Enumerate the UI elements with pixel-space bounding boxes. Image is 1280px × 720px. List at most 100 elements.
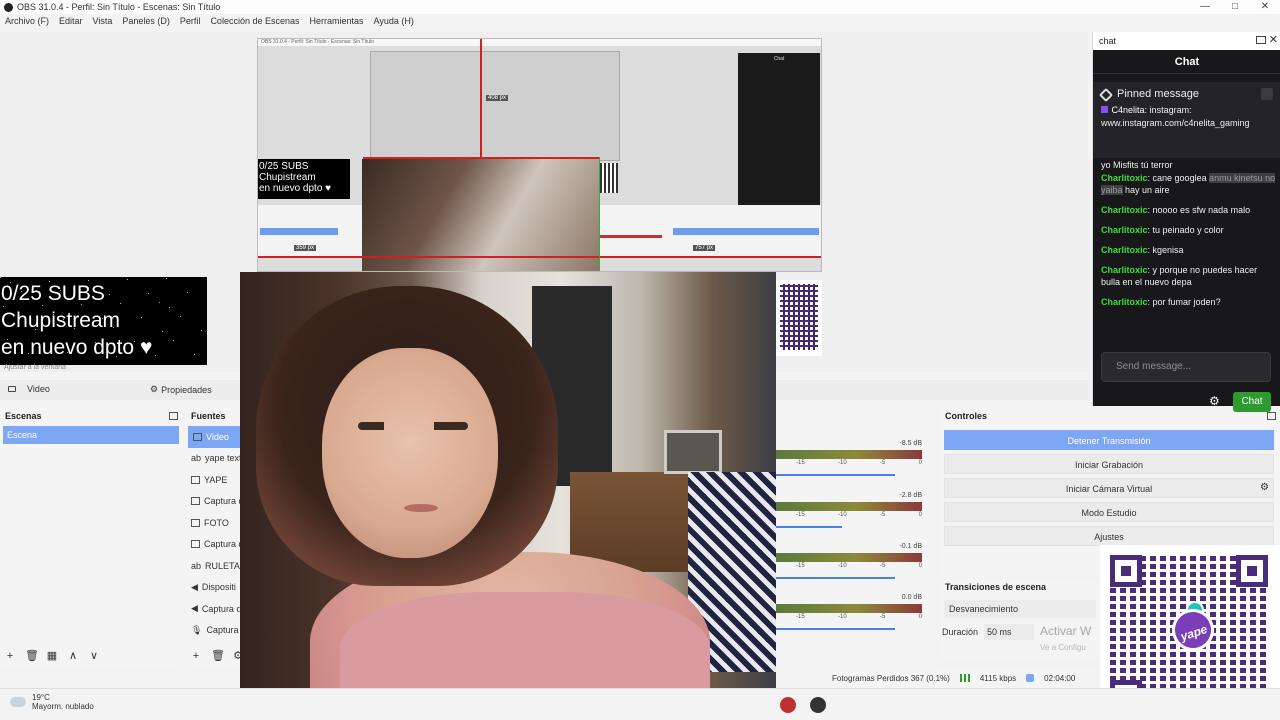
menu-coleccion-escenas[interactable]: Colección de Escenas [210, 16, 299, 30]
float-icon[interactable] [1256, 36, 1266, 44]
mixer-db: -8.5 dB [899, 440, 922, 447]
source-label: RULETA [205, 560, 240, 571]
obs-record-icon[interactable] [780, 697, 796, 713]
nested-chat: Chat [738, 53, 820, 217]
weather-widget[interactable]: 19°C Mayorm. nublado [10, 693, 94, 711]
star-dot [7, 339, 8, 340]
chat-input[interactable]: Send message... [1101, 352, 1271, 382]
add-source-button[interactable]: + [190, 650, 202, 662]
mixer-db: -0.1 dB [899, 543, 922, 550]
volume-slider[interactable] [776, 526, 842, 528]
chat-author[interactable]: Charlitoxic [1101, 297, 1148, 307]
float-icon[interactable] [169, 412, 178, 420]
menu-editar[interactable]: Editar [59, 16, 83, 30]
chat-message: Charlitoxic: y porque no puedes hacer bu… [1101, 265, 1258, 287]
chat-dock-title: chat [1099, 36, 1117, 46]
close-button[interactable]: ✕ [1250, 0, 1280, 14]
star-dot [67, 352, 68, 353]
pin-icon [1098, 87, 1114, 102]
menu-herramientas[interactable]: Herramientas [310, 16, 364, 30]
pinned-body: C4nelita: instagram: www.instagram.com/c… [1101, 105, 1250, 128]
chat-dock: chat ✕ Chat Pinned message C4nelita: ins… [1092, 32, 1280, 412]
nested-overlay-line2: Chupistream [259, 172, 316, 183]
volume-slider[interactable] [776, 628, 895, 630]
taskbar: 19°C Mayorm. nublado [0, 688, 1280, 720]
chat-author[interactable]: Charlitoxic [1101, 245, 1148, 255]
source-item[interactable]: ◀ Dispositi [186, 577, 240, 599]
nested-guide-horizontal [363, 157, 599, 159]
nested-overlay-line1: 0/25 SUBS [259, 161, 309, 172]
star-dot [60, 290, 61, 291]
star-dot [95, 342, 96, 343]
nested-obs-preview: OBS 31.0.4 - Perfil: Sin Título - Escena… [257, 38, 822, 272]
menu-vista[interactable]: Vista [93, 16, 113, 30]
fit-to-window-label[interactable]: Ajustar a la ventana [0, 364, 240, 374]
float-icon[interactable] [1267, 412, 1276, 420]
stop-streaming-button[interactable]: Detener Transmisión [944, 430, 1274, 450]
window-icon [191, 540, 200, 549]
chat-header: Chat [1093, 50, 1280, 74]
move-down-button[interactable]: ∨ [88, 650, 100, 662]
source-item[interactable]: YAPE [186, 469, 240, 491]
transition-select[interactable]: Desvanecimiento [944, 600, 1096, 618]
overlay-line2: Chupistream [1, 309, 121, 332]
nested-overlay-text: 0/25 SUBS Chupistream en nuevo dpto ♥ [258, 159, 350, 199]
menu-paneles[interactable]: Paneles (D) [122, 16, 170, 30]
pinned-user[interactable]: C4nelita [1112, 105, 1145, 115]
menu-perfil[interactable]: Perfil [180, 16, 201, 30]
source-item[interactable]: Captura d [186, 491, 240, 513]
remove-source-button[interactable]: 🗑 [211, 650, 225, 662]
menu-ayuda[interactable]: Ayuda (H) [374, 16, 414, 30]
gear-icon[interactable]: ⚙ [1209, 394, 1220, 408]
close-icon[interactable]: ✕ [1269, 33, 1278, 46]
source-settings-button[interactable]: ⚙ [232, 650, 240, 662]
settings-button[interactable]: Ajustes [944, 526, 1274, 546]
nested-controls-selected [673, 228, 819, 235]
filters-button[interactable]: ▦ [46, 650, 58, 662]
start-virtual-camera-button[interactable]: Iniciar Cámara Virtual [944, 478, 1274, 498]
volume-slider[interactable] [776, 474, 895, 476]
remove-scene-button[interactable]: 🗑 [25, 650, 39, 662]
volume-slider[interactable] [776, 577, 895, 579]
source-item[interactable]: FOTO [186, 512, 240, 534]
star-dot [201, 330, 202, 331]
properties-button[interactable]: ⚙ Propiedades [150, 384, 212, 395]
scenes-footer: + 🗑 ▦ ∧ ∨ [4, 650, 100, 662]
lock-icon[interactable] [1261, 88, 1273, 100]
camera-icon [193, 432, 202, 441]
maximize-button[interactable]: □ [1220, 0, 1250, 14]
weather-temp: 19°C [32, 693, 50, 702]
source-item[interactable]: Captura d [186, 534, 240, 556]
image-icon [191, 475, 200, 484]
nested-guide-vertical [480, 39, 482, 159]
duration-input[interactable]: 50 ms [984, 624, 1034, 640]
source-item[interactable]: ab yape text [186, 448, 240, 470]
star-dot [88, 280, 89, 281]
chat-author[interactable]: Charlitoxic [1101, 173, 1148, 183]
source-item[interactable]: ab RULETA [186, 555, 240, 577]
studio-mode-button[interactable]: Modo Estudio [944, 502, 1274, 522]
move-up-button[interactable]: ∧ [67, 650, 79, 662]
start-recording-button[interactable]: Iniciar Grabación [944, 454, 1274, 474]
source-item[interactable]: ◀ Captura d [186, 598, 240, 620]
source-item[interactable]: 🎙Captura d [186, 620, 240, 642]
source-item[interactable]: Video [188, 426, 240, 448]
add-scene-button[interactable]: + [4, 650, 16, 662]
subs-overlay[interactable]: 0/25 SUBS Chupistream en nuevo dpto ♥ [0, 277, 207, 365]
star-dot [0, 277, 1, 278]
obs-app-icon[interactable] [810, 697, 826, 713]
star-dot [141, 317, 142, 318]
menu-archivo[interactable]: Archivo (F) [5, 16, 49, 30]
chat-send-button[interactable]: Chat [1233, 392, 1271, 412]
controls-title: Controles [940, 406, 1280, 426]
chat-author[interactable]: Charlitoxic [1101, 205, 1148, 215]
chat-text: cane googlea [1152, 173, 1207, 183]
star-dot [102, 318, 103, 319]
chat-author[interactable]: Charlitoxic [1101, 225, 1148, 235]
minimize-button[interactable]: — [1190, 0, 1220, 14]
chat-author[interactable]: Charlitoxic [1101, 265, 1148, 275]
mixer-meter [776, 450, 922, 459]
window-icon [191, 497, 200, 506]
scene-item[interactable]: Escena [3, 426, 179, 444]
gear-icon[interactable]: ⚙ [1260, 483, 1270, 493]
